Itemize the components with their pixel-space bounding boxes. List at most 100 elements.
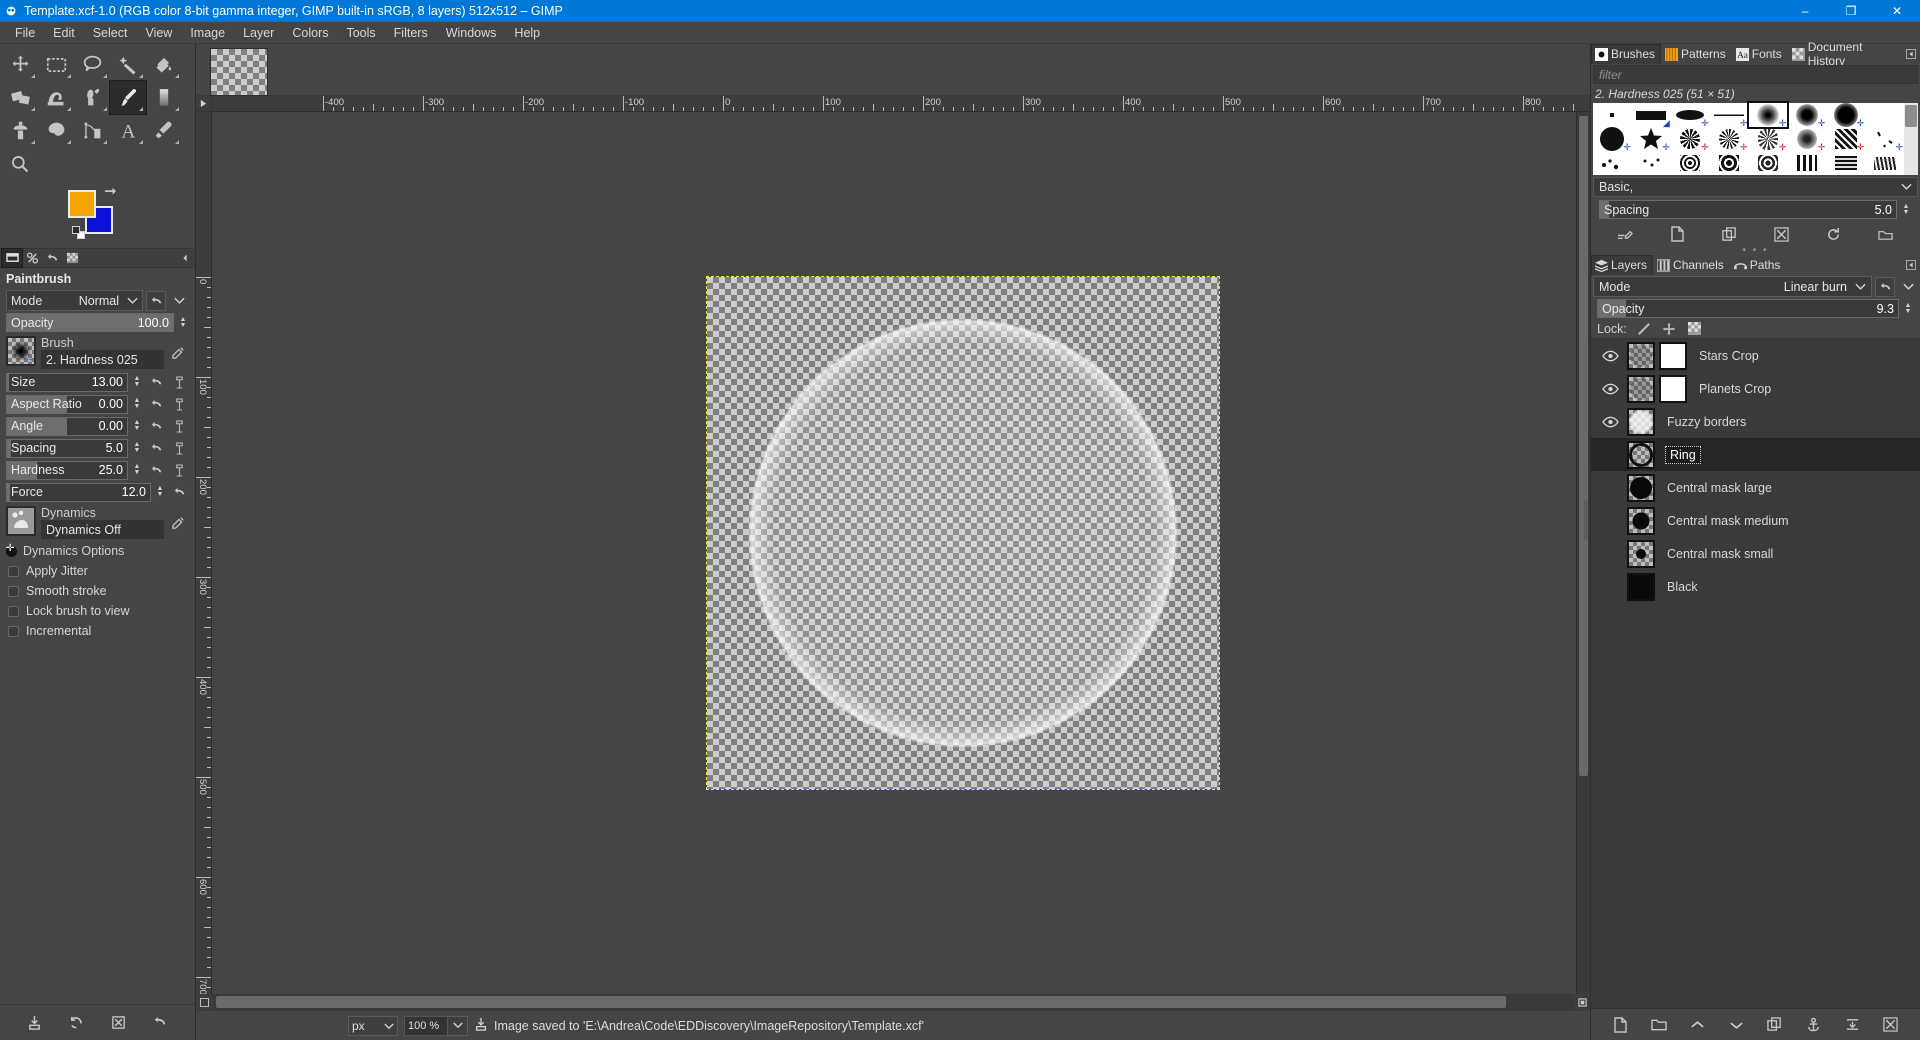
smooth-stroke-row[interactable]: Smooth stroke	[0, 581, 195, 601]
dynamics-name-field[interactable]: Dynamics Off	[41, 520, 164, 539]
lock-position-icon[interactable]	[1662, 321, 1677, 336]
brush-cell[interactable]	[1865, 151, 1904, 175]
brush-filter-input[interactable]: filter	[1593, 65, 1918, 84]
brush-cell-selected[interactable]: ✛	[1746, 101, 1790, 129]
fuzzy-select-tool[interactable]	[110, 48, 146, 81]
layer-mode-select[interactable]: Mode Linear burn	[1593, 276, 1872, 297]
layer-thumbnail[interactable]	[1627, 506, 1655, 535]
layer-mode-reset-button[interactable]	[1875, 276, 1895, 297]
lock-brush-to-view-row[interactable]: Lock brush to view	[0, 601, 195, 621]
layer-visibility-toggle[interactable]	[1597, 350, 1623, 362]
tool-options-menu-icon[interactable]	[175, 249, 195, 267]
brush-grid-scroll-thumb[interactable]	[1905, 105, 1917, 127]
dock-resize-handle[interactable]	[1584, 500, 1588, 540]
layers-dock-menu-button[interactable]	[1902, 256, 1920, 274]
zoom-selector[interactable]: 100 %	[404, 1015, 468, 1036]
hardness-slider[interactable]: Hardness 25.0	[6, 460, 128, 480]
layer-row-stars-crop[interactable]: Stars Crop	[1591, 339, 1920, 372]
incremental-row[interactable]: Incremental	[0, 621, 195, 641]
horizontal-ruler[interactable]: -400 -300 -200 -100 0 100 200 300 400 500 600 700 80…	[212, 96, 1576, 112]
lock-brush-to-view-checkbox[interactable]	[8, 605, 19, 617]
menu-view[interactable]: View	[136, 24, 181, 42]
incremental-checkbox[interactable]	[8, 625, 19, 637]
layer-thumbnail[interactable]	[1627, 341, 1655, 370]
brush-grid[interactable]: ◢ ✛ ✛ ✛ ✛ ✛ ✛ ✛ ✛ ✛ ✛ ✛ ✛ ✛	[1593, 101, 1918, 175]
hardness-spinner[interactable]: ▲ ▼	[131, 463, 143, 476]
spacing-slider[interactable]: Spacing 5.0	[6, 438, 128, 458]
clone-tool[interactable]	[2, 114, 38, 147]
brush-cell[interactable]	[1593, 103, 1632, 127]
layer-name[interactable]: Planets Crop	[1691, 382, 1771, 396]
size-dynamics-icon[interactable]	[169, 372, 189, 392]
layer-name[interactable]: Central mask medium	[1659, 514, 1789, 528]
layer-name[interactable]: Fuzzy borders	[1659, 415, 1746, 429]
brush-cell[interactable]	[1749, 151, 1788, 175]
layer-thumbnail[interactable]	[1627, 374, 1655, 403]
layer-mask-thumbnail[interactable]	[1659, 341, 1687, 370]
vertical-ruler[interactable]: 0 100 200 300 400 500 600 700	[196, 112, 212, 994]
layer-name[interactable]: Stars Crop	[1691, 349, 1759, 363]
force-slider[interactable]: Force 12.0	[6, 482, 151, 502]
layer-row-central-mask-medium[interactable]: Central mask medium	[1591, 504, 1920, 537]
layer-thumbnail[interactable]	[1627, 473, 1655, 502]
layer-thumbnail[interactable]	[1627, 407, 1655, 436]
new-brush-icon[interactable]	[1666, 224, 1688, 244]
lower-layer-icon[interactable]	[1725, 1014, 1747, 1036]
menu-help[interactable]: Help	[505, 24, 549, 42]
duplicate-layer-icon[interactable]	[1764, 1014, 1786, 1036]
brush-cell[interactable]	[1710, 151, 1749, 175]
zoom-value[interactable]: 100 %	[404, 1015, 448, 1036]
spacing-spinner[interactable]: ▲ ▼	[131, 441, 143, 454]
reset-tool-options-icon[interactable]	[148, 1011, 172, 1035]
reset-aspect-ratio-button[interactable]	[146, 394, 166, 414]
save-tool-preset-icon[interactable]	[23, 1011, 47, 1035]
layer-mask-thumbnail[interactable]	[1659, 374, 1687, 403]
opacity-spinner[interactable]: ▲ ▼	[177, 316, 189, 329]
edit-dynamics-button[interactable]	[169, 513, 189, 533]
brush-cell[interactable]: ✛	[1632, 127, 1671, 152]
size-spinner[interactable]: ▲ ▼	[131, 375, 143, 388]
tab-fonts[interactable]: Aa Fonts	[1732, 44, 1788, 64]
raise-layer-icon[interactable]	[1687, 1014, 1709, 1036]
close-button[interactable]: ✕	[1874, 0, 1920, 22]
brush-tag-filter[interactable]: Basic,	[1593, 177, 1918, 197]
brushes-dock-menu-button[interactable]	[1902, 45, 1920, 63]
brush-name-field[interactable]: 2. Hardness 025	[41, 350, 164, 369]
default-colors-icon[interactable]	[72, 226, 85, 239]
duplicate-brush-icon[interactable]	[1718, 224, 1740, 244]
layer-thumbnail[interactable]	[1627, 572, 1655, 601]
color-picker-tool[interactable]	[146, 114, 182, 147]
paint-mode-select[interactable]: Mode Normal	[6, 290, 143, 311]
foreground-color-swatch[interactable]	[68, 190, 96, 218]
aspect-ratio-dynamics-icon[interactable]	[169, 394, 189, 414]
reset-paint-mode-button[interactable]	[146, 290, 166, 311]
bucket-fill-tool[interactable]	[146, 48, 182, 81]
canvas-vertical-scroll-thumb[interactable]	[1579, 116, 1588, 776]
paths-tool[interactable]	[74, 114, 110, 147]
reset-angle-button[interactable]	[146, 416, 166, 436]
brush-cell[interactable]	[1826, 151, 1865, 175]
smudge-tool[interactable]	[38, 114, 74, 147]
layer-visibility-toggle[interactable]	[1597, 383, 1623, 395]
menu-edit[interactable]: Edit	[44, 24, 84, 42]
smooth-stroke-checkbox[interactable]	[8, 585, 19, 597]
dynamics-options-expander[interactable]: Dynamics Options	[0, 541, 195, 561]
menu-colors[interactable]: Colors	[283, 24, 337, 42]
warp-transform-tool[interactable]	[38, 81, 74, 114]
brush-cell[interactable]: ✛	[1671, 127, 1710, 152]
images-tab-icon[interactable]	[62, 249, 82, 267]
reset-force-button[interactable]	[169, 482, 189, 502]
edit-brush-button[interactable]	[169, 343, 189, 363]
new-layer-icon[interactable]	[1609, 1014, 1631, 1036]
tab-document-history[interactable]: Document History	[1788, 40, 1903, 68]
layer-row-planets-crop[interactable]: Planets Crop	[1591, 372, 1920, 405]
canvas-vertical-scrollbar[interactable]	[1576, 112, 1590, 994]
spacing-dynamics-icon[interactable]	[169, 438, 189, 458]
menu-select[interactable]: Select	[84, 24, 137, 42]
lock-pixels-icon[interactable]	[1637, 321, 1652, 336]
brush-cell[interactable]: ✛	[1710, 127, 1749, 152]
free-select-tool[interactable]	[74, 48, 110, 81]
menu-windows[interactable]: Windows	[437, 24, 506, 42]
brush-preview[interactable]: +	[6, 336, 36, 366]
brush-spacing-spinner[interactable]: ▲ ▼	[1900, 203, 1912, 216]
